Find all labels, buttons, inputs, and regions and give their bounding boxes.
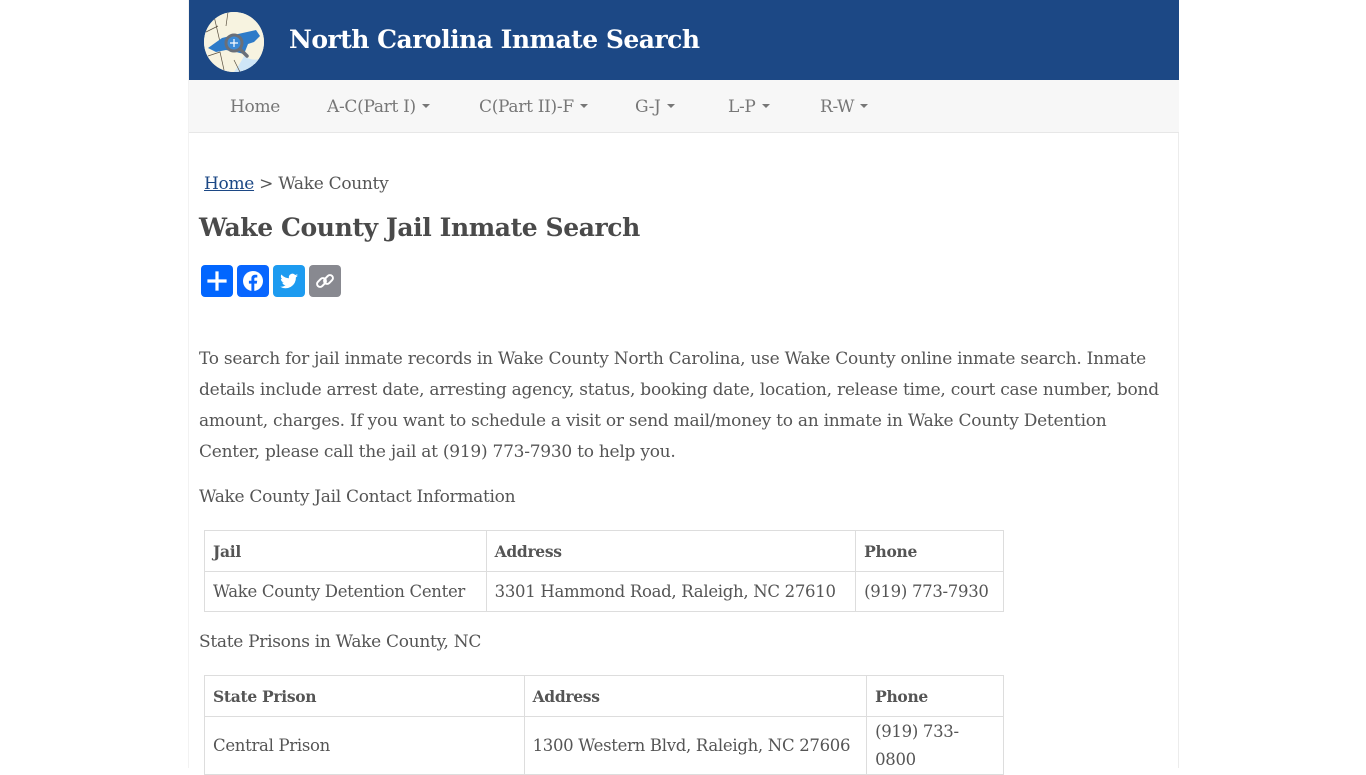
link-icon — [316, 274, 334, 288]
nav-item-a-c-part-1[interactable]: A-C(Part I) — [327, 97, 430, 117]
jail-name-cell: Wake County Detention Center — [204, 571, 487, 612]
facebook-icon — [243, 271, 263, 291]
breadcrumb-home-link[interactable]: Home — [204, 174, 254, 194]
table-row: Central Prison 1300 Western Blvd, Raleig… — [204, 716, 1004, 775]
caret-down-icon — [666, 103, 675, 108]
intro-paragraph: To search for jail inmate records in Wak… — [199, 349, 1159, 462]
prison-address-cell: 1300 Western Blvd, Raleigh, NC 27606 — [523, 716, 868, 775]
nav-item-home[interactable]: Home — [230, 97, 280, 117]
nav-item-label: L-P — [728, 97, 756, 117]
jail-address-cell: 3301 Hammond Road, Raleigh, NC 27610 — [485, 571, 857, 612]
site-header: North Carolina Inmate Search — [189, 0, 1179, 80]
caret-down-icon — [421, 103, 430, 108]
nav-item-g-j[interactable]: G-J — [635, 97, 675, 117]
state-prisons-heading: State Prisons in Wake County, NC — [199, 632, 482, 652]
nav-item-r-w[interactable]: R-W — [820, 97, 869, 117]
page-title: Wake County Jail Inmate Search — [199, 213, 640, 242]
plus-icon — [207, 271, 227, 291]
column-header-phone: Phone — [866, 675, 1004, 717]
prison-name-cell: Central Prison — [204, 716, 525, 775]
nav-item-label: G-J — [635, 97, 661, 117]
jail-contact-table: Jail Address Phone Wake County Detention… — [204, 530, 1004, 612]
nav-item-label: R-W — [820, 97, 855, 117]
prison-phone-cell: (919) 733-0800 — [866, 716, 1004, 775]
breadcrumb-separator: > — [259, 174, 274, 194]
column-header-jail: Jail — [204, 530, 487, 572]
breadcrumb: Home > Wake County — [204, 174, 389, 194]
twitter-share-button[interactable] — [273, 265, 305, 297]
nc-map-magnifier-icon[interactable] — [204, 12, 264, 72]
caret-down-icon — [860, 103, 869, 108]
site-title[interactable]: North Carolina Inmate Search — [289, 25, 700, 54]
twitter-icon — [280, 273, 298, 289]
share-bar — [201, 265, 341, 297]
share-button[interactable] — [201, 265, 233, 297]
main-nav: Home A-C(Part I) C(Part II)-F G-J L-P R-… — [189, 80, 1179, 133]
table-row: Wake County Detention Center 3301 Hammon… — [204, 571, 1004, 612]
column-header-state-prison: State Prison — [204, 675, 525, 717]
page-container: North Carolina Inmate Search Home A-C(Pa… — [188, 0, 1179, 775]
copy-link-button[interactable] — [309, 265, 341, 297]
table-header-row: Jail Address Phone — [204, 530, 1004, 572]
table-header-row: State Prison Address Phone — [204, 675, 1004, 717]
jail-phone-cell: (919) 773-7930 — [855, 571, 1004, 612]
jail-contact-heading: Wake County Jail Contact Information — [199, 487, 516, 507]
caret-down-icon — [579, 103, 588, 108]
column-header-phone: Phone — [855, 530, 1004, 572]
column-header-address: Address — [523, 675, 868, 717]
facebook-share-button[interactable] — [237, 265, 269, 297]
nav-item-label: A-C(Part I) — [327, 97, 416, 117]
caret-down-icon — [761, 103, 770, 108]
breadcrumb-current: Wake County — [278, 174, 389, 194]
nav-item-label: Home — [230, 97, 281, 117]
nav-item-c-part-2-f[interactable]: C(Part II)-F — [479, 97, 588, 117]
state-prisons-table: State Prison Address Phone Central Priso… — [204, 675, 1004, 775]
nav-item-l-p[interactable]: L-P — [728, 97, 770, 117]
nav-item-label: C(Part II)-F — [479, 97, 574, 117]
column-header-address: Address — [485, 530, 857, 572]
